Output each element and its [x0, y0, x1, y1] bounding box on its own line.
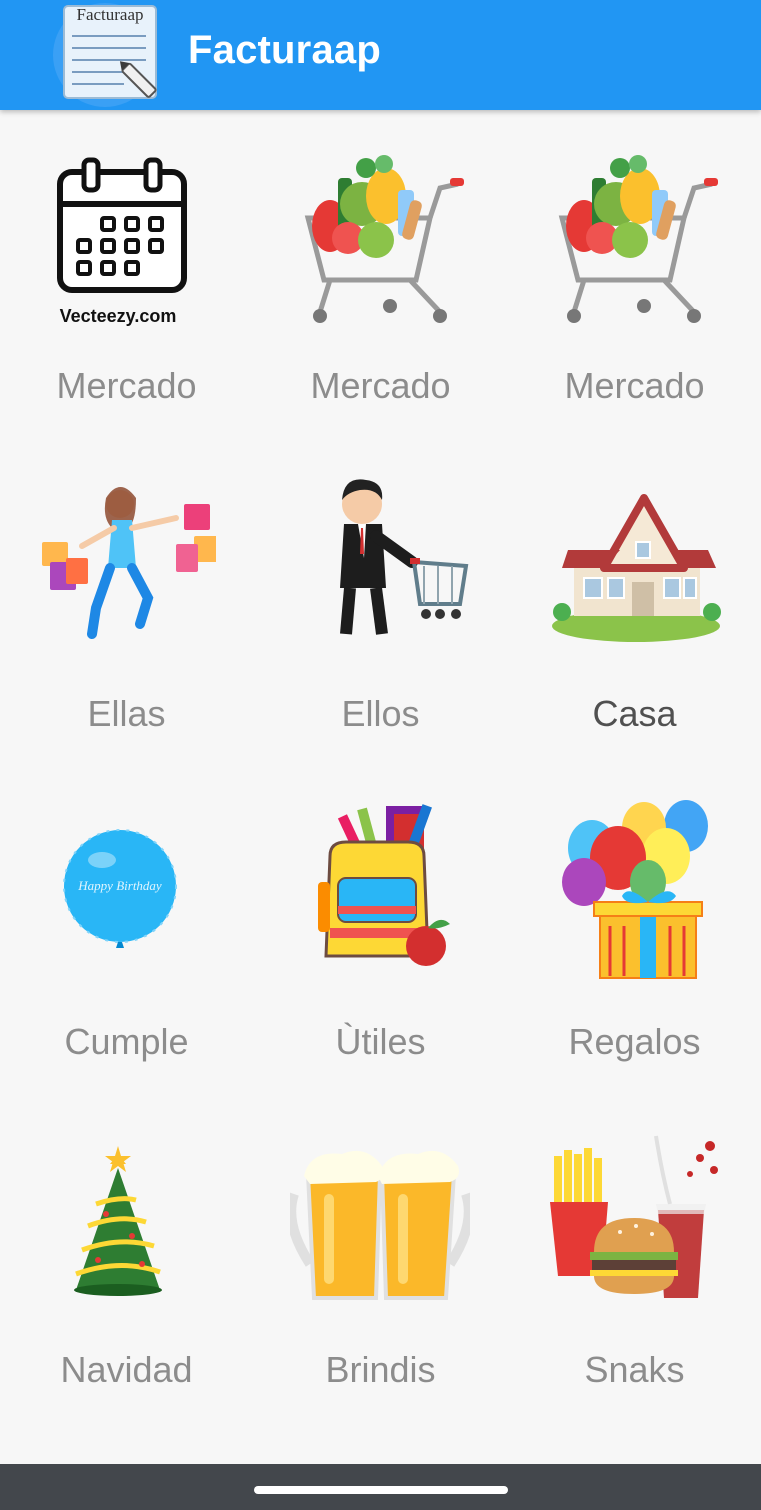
shopping-cart-groceries-icon [304, 155, 464, 323]
man-with-cart-icon [340, 479, 469, 635]
christmas-tree-icon [74, 1146, 162, 1296]
category-tile-casa[interactable]: Casa [508, 438, 761, 766]
category-label: Mercado [310, 365, 451, 406]
category-tile-snaks[interactable]: Snaks [508, 1094, 761, 1422]
system-navigation-bar [0, 1464, 761, 1510]
calendar-watermark: Vecteezy.com [60, 306, 177, 326]
category-label: Casa [592, 693, 677, 734]
school-backpack-icon [318, 804, 450, 966]
category-label: Snaks [584, 1349, 685, 1390]
woman-shopping-bags-icon [42, 487, 216, 639]
category-tile-regalos[interactable]: Regalos [508, 766, 761, 1094]
app-title: Facturaap [188, 28, 381, 72]
category-label: Navidad [60, 1349, 193, 1390]
house-icon [552, 494, 721, 642]
logo-text: Facturaap [76, 5, 143, 24]
category-label: Regalos [568, 1021, 701, 1062]
category-label: Mercado [564, 365, 705, 406]
category-tile-ellos[interactable]: Ellos [254, 438, 507, 766]
invoice-notepad-icon: Facturaap [53, 3, 157, 107]
app-bar: Facturaap Facturaap [0, 0, 761, 110]
category-grid: Vecteezy.com Mercado Mercado Mercado Ell… [0, 110, 761, 1464]
category-label: Cumple [64, 1021, 189, 1062]
balloon-text: Happy Birthday [77, 878, 162, 893]
home-gesture-handle[interactable] [254, 1486, 508, 1494]
beer-mugs-icon [290, 1150, 470, 1300]
gift-balloons-icon [562, 800, 708, 979]
category-tile-cumple[interactable]: Happy Birthday Cumple [0, 766, 253, 1094]
category-label: Ellos [341, 693, 420, 734]
category-tile-brindis[interactable]: Brindis [254, 1094, 507, 1422]
category-tile-mercado-1[interactable]: Vecteezy.com Mercado [0, 110, 253, 438]
category-tile-utiles[interactable]: Ùtiles [254, 766, 507, 1094]
category-label: Ùtiles [335, 1021, 426, 1062]
category-tile-ellas[interactable]: Ellas [0, 438, 253, 766]
calendar-icon: Vecteezy.com [57, 157, 187, 326]
category-label: Mercado [56, 365, 197, 406]
category-tile-mercado-3[interactable]: Mercado [508, 110, 761, 438]
category-tile-mercado-2[interactable]: Mercado [254, 110, 507, 438]
category-label: Ellas [87, 693, 166, 734]
category-tile-navidad[interactable]: Navidad [0, 1094, 253, 1422]
birthday-balloon-icon: Happy Birthday [63, 829, 177, 948]
category-label: Brindis [325, 1349, 436, 1390]
fast-food-icon [550, 1135, 718, 1298]
shopping-cart-groceries-icon [558, 155, 718, 323]
